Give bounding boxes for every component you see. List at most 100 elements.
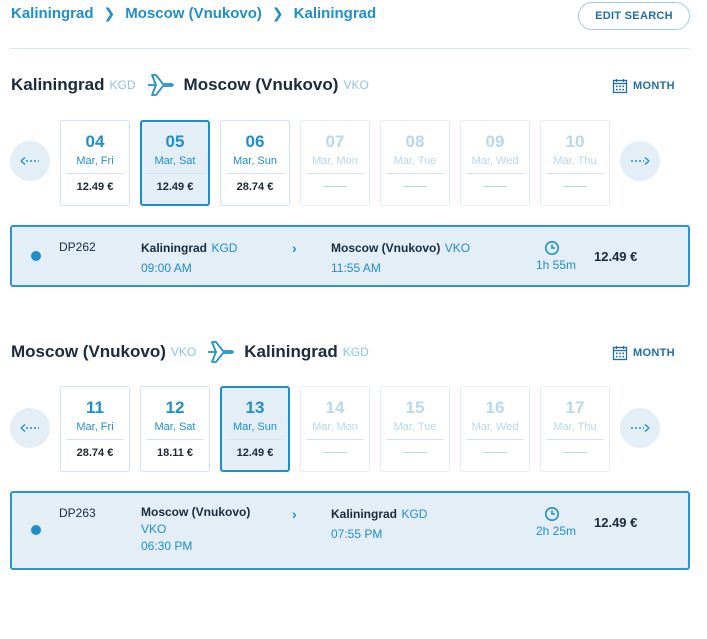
date-day-number: 09 bbox=[485, 132, 505, 151]
date-weekday: Mar, Mon bbox=[312, 421, 358, 433]
chevron-right-icon: ❯ bbox=[271, 5, 284, 21]
date-weekday: Mar, Tue bbox=[393, 421, 437, 433]
date-day-number: 16 bbox=[485, 398, 505, 417]
selected-radio-dot[interactable] bbox=[31, 525, 41, 535]
selected-radio-dot[interactable] bbox=[31, 251, 41, 261]
no-price-dash bbox=[323, 186, 347, 187]
arrow-right-icon bbox=[631, 156, 650, 166]
route-from-city: Kaliningrad bbox=[11, 75, 105, 94]
breadcrumb-item-return[interactable]: Kaliningrad bbox=[294, 5, 377, 22]
date-price: 12.49 € bbox=[236, 447, 274, 459]
date-day-number: 17 bbox=[565, 398, 585, 417]
date-price: 28.74 € bbox=[76, 447, 114, 459]
divider bbox=[386, 173, 444, 174]
breadcrumb-item-origin[interactable]: Kaliningrad bbox=[11, 5, 94, 22]
outbound-flight-option[interactable]: DP262 Kaliningrad KGD 09:00 AM › Moscow … bbox=[10, 225, 690, 287]
date-option[interactable]: 04 Mar, Fri 12.49 € bbox=[60, 120, 130, 206]
date-day-number: 08 bbox=[405, 132, 425, 151]
divider bbox=[146, 439, 204, 440]
arrival-time: 11:55 AM bbox=[331, 261, 381, 275]
arrival-code: VKO bbox=[444, 241, 471, 255]
divider bbox=[546, 173, 604, 174]
arrival-info: Moscow (Vnukovo) VKO 11:55 AM bbox=[331, 239, 470, 275]
date-option-selected[interactable]: 13 Mar, Sun 12.49 € bbox=[220, 386, 290, 472]
divider bbox=[66, 173, 124, 174]
date-weekday: Mar, Wed bbox=[471, 155, 519, 167]
airplane-icon bbox=[146, 72, 176, 98]
month-view-label: MONTH bbox=[633, 80, 675, 92]
date-option[interactable]: 12 Mar, Sat 18.11 € bbox=[140, 386, 210, 472]
arrow-left-icon bbox=[20, 156, 39, 166]
date-option[interactable]: 11 Mar, Fri 28.74 € bbox=[60, 386, 130, 472]
date-weekday: Mar, Sun bbox=[232, 421, 278, 433]
date-option-selected[interactable]: 05 Mar, Sat 12.49 € bbox=[140, 120, 210, 206]
month-view-button[interactable]: MONTH bbox=[612, 78, 675, 94]
date-day-number: 07 bbox=[325, 132, 345, 151]
arrival-code: KGD bbox=[401, 507, 428, 521]
calendar-icon bbox=[612, 79, 628, 94]
date-option-unavailable: 17 Mar, Thu bbox=[540, 386, 610, 472]
divider bbox=[226, 439, 284, 440]
previous-days-button[interactable] bbox=[10, 408, 50, 448]
route-to-city: Moscow (Vnukovo) bbox=[183, 75, 339, 94]
next-days-button[interactable] bbox=[620, 141, 660, 181]
date-option-unavailable: 09 Mar, Wed bbox=[460, 120, 530, 206]
date-price: 18.11 € bbox=[156, 447, 194, 459]
divider bbox=[226, 173, 284, 174]
date-option-unavailable: 07 Mar, Mon bbox=[300, 120, 370, 206]
clock-icon bbox=[545, 241, 559, 255]
edit-search-button[interactable]: EDIT SEARCH bbox=[578, 2, 690, 30]
month-view-button[interactable]: MONTH bbox=[612, 345, 675, 361]
next-days-button[interactable] bbox=[620, 408, 660, 448]
flight-number: DP263 bbox=[59, 506, 96, 520]
departure-city: Kaliningrad bbox=[141, 241, 208, 255]
return-flight-option[interactable]: DP263 Moscow (Vnukovo) VKO 06:30 PM › Ka… bbox=[10, 491, 690, 570]
breadcrumb: Kaliningrad ❯ Moscow (Vnukovo) ❯ Kalinin… bbox=[11, 5, 376, 22]
chevron-right-icon: › bbox=[292, 240, 297, 256]
divider bbox=[466, 439, 524, 440]
airplane-icon bbox=[206, 339, 236, 365]
departure-info: Kaliningrad KGD 09:00 AM bbox=[141, 239, 237, 275]
date-price: 28.74 € bbox=[236, 181, 274, 193]
chevron-right-icon: › bbox=[292, 506, 297, 522]
date-weekday: Mar, Fri bbox=[76, 155, 114, 167]
chevron-right-icon: ❯ bbox=[103, 5, 116, 21]
date-day-number: 14 bbox=[325, 398, 345, 417]
route-from-code: KGD bbox=[109, 78, 136, 92]
divider bbox=[66, 439, 124, 440]
date-day-number: 13 bbox=[245, 398, 265, 417]
date-option-unavailable: 08 Mar, Tue bbox=[380, 120, 450, 206]
date-option-unavailable: 16 Mar, Wed bbox=[460, 386, 530, 472]
date-option[interactable]: 06 Mar, Sun 28.74 € bbox=[220, 120, 290, 206]
date-day-number: 10 bbox=[565, 132, 585, 151]
date-weekday: Mar, Mon bbox=[312, 155, 358, 167]
date-option-unavailable: 10 Mar, Thu bbox=[540, 120, 610, 206]
divider bbox=[10, 48, 690, 49]
calendar-icon bbox=[612, 346, 628, 361]
no-price-dash bbox=[483, 186, 507, 187]
divider bbox=[146, 173, 204, 174]
no-price-dash bbox=[563, 186, 587, 187]
departure-time: 09:00 AM bbox=[141, 261, 192, 275]
arrow-right-icon bbox=[631, 423, 650, 433]
flight-duration: 1h 55m bbox=[535, 258, 576, 272]
no-price-dash bbox=[563, 452, 587, 453]
divider bbox=[466, 173, 524, 174]
clock-icon bbox=[545, 507, 559, 521]
date-day-number: 04 bbox=[85, 132, 105, 151]
date-weekday: Mar, Tue bbox=[393, 155, 437, 167]
date-option-unavailable: 14 Mar, Mon bbox=[300, 386, 370, 472]
date-weekday: Mar, Sat bbox=[154, 155, 196, 167]
no-price-dash bbox=[403, 186, 427, 187]
route-from-city: Moscow (Vnukovo) bbox=[11, 342, 166, 361]
previous-days-button[interactable] bbox=[10, 141, 50, 181]
date-weekday: Mar, Sun bbox=[232, 155, 278, 167]
divider bbox=[306, 439, 364, 440]
date-weekday: Mar, Sat bbox=[154, 421, 196, 433]
date-day-number: 15 bbox=[405, 398, 425, 417]
divider bbox=[306, 173, 364, 174]
return-route-title: Moscow (Vnukovo) VKO Kaliningrad KGD bbox=[11, 339, 369, 365]
date-price: 12.49 € bbox=[76, 181, 114, 193]
breadcrumb-item-destination[interactable]: Moscow (Vnukovo) bbox=[125, 5, 262, 22]
date-price: 12.49 € bbox=[156, 181, 194, 193]
